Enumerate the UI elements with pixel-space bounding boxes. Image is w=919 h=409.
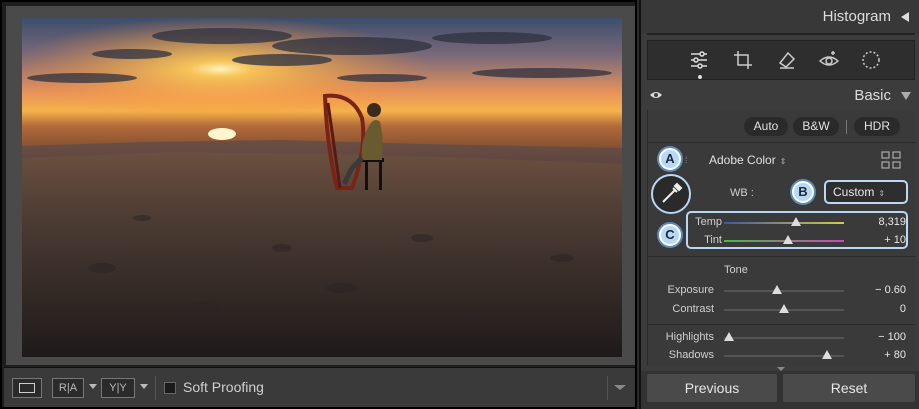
temp-thumb[interactable]	[791, 217, 801, 226]
auto-button[interactable]: Auto	[744, 117, 788, 136]
exposure-track[interactable]	[724, 290, 844, 292]
sliders-icon[interactable]	[688, 49, 710, 71]
temp-value[interactable]: 8,319	[856, 216, 906, 228]
wb-label: WB :	[730, 187, 754, 199]
reset-button[interactable]: Reset	[783, 374, 915, 402]
tool-strip	[647, 40, 915, 80]
exposure-value[interactable]: − 0.60	[856, 284, 906, 296]
temp-label: Temp	[695, 216, 722, 228]
section-divider	[648, 256, 916, 257]
shadows-slider[interactable]: Shadows + 80	[648, 347, 916, 365]
exposure-thumb[interactable]	[772, 285, 782, 294]
tint-thumb[interactable]	[783, 235, 793, 244]
profile-select[interactable]: Adobe Color ⇕	[709, 153, 786, 167]
before-after-ra-dropdown-icon[interactable]	[89, 384, 97, 389]
red-eye-icon[interactable]	[818, 49, 840, 71]
shadows-value[interactable]: + 80	[856, 349, 906, 361]
wb-eyedropper[interactable]	[651, 174, 691, 214]
eyedropper-icon	[662, 182, 683, 203]
highlights-track[interactable]	[724, 337, 844, 339]
temp-slider[interactable]: Temp 8,319	[648, 214, 916, 232]
eye-icon[interactable]	[649, 90, 663, 100]
shadows-thumb[interactable]	[822, 350, 832, 359]
histogram-title: Histogram	[822, 8, 891, 25]
lightroom-develop-window: R|A Y|Y Soft Proofing Histogram Basic Au…	[0, 0, 919, 409]
contrast-label: Contrast	[672, 303, 714, 315]
develop-panel: Histogram Basic Auto B&W HDR A ⁞ Adobe C…	[639, 0, 919, 409]
toolbar-divider	[155, 376, 156, 400]
profile-value: Adobe Color	[709, 153, 776, 167]
loupe-view-button[interactable]	[12, 378, 42, 398]
expand-arrow-icon[interactable]	[901, 92, 911, 100]
crop-icon[interactable]	[732, 49, 754, 71]
shadows-label: Shadows	[668, 349, 714, 361]
before-after-yy-button[interactable]: Y|Y	[101, 378, 135, 398]
hdr-button[interactable]: HDR	[854, 117, 900, 136]
preview-toolbar: R|A Y|Y Soft Proofing	[4, 367, 635, 407]
chevron-down-icon	[614, 385, 626, 390]
loupe-view-icon	[19, 383, 35, 393]
toolbar-content-menu[interactable]	[607, 376, 631, 400]
preview-pane: R|A Y|Y Soft Proofing	[0, 0, 637, 409]
section-divider	[648, 324, 916, 325]
bottom-button-bar: Previous Reset	[641, 367, 919, 409]
photo-harpist-sunset[interactable]	[22, 18, 622, 357]
highlights-thumb[interactable]	[724, 332, 734, 341]
eraser-icon[interactable]	[776, 49, 798, 71]
panel-end-marker-icon	[777, 367, 785, 371]
callout-b: B	[792, 181, 814, 203]
mask-icon[interactable]	[860, 49, 882, 71]
soft-proofing-checkbox[interactable]	[164, 382, 176, 394]
wb-select[interactable]: Custom ⇕	[824, 180, 908, 204]
basic-panel-header[interactable]: Basic	[641, 84, 919, 108]
updown-icon: ⇕	[779, 157, 787, 166]
contrast-slider[interactable]: Contrast 0	[648, 301, 916, 319]
histogram-divider	[647, 33, 915, 35]
exposure-slider[interactable]: Exposure − 0.60	[648, 282, 916, 300]
tint-slider[interactable]: Tint + 10	[648, 232, 916, 250]
highlights-label: Highlights	[665, 331, 714, 343]
active-tool-indicator	[698, 75, 702, 79]
contrast-thumb[interactable]	[779, 304, 789, 313]
highlights-slider[interactable]: Highlights − 100	[648, 329, 916, 347]
temp-track[interactable]	[724, 222, 844, 224]
highlights-value[interactable]: − 100	[856, 331, 906, 343]
before-after-ra-button[interactable]: R|A	[52, 378, 84, 398]
tone-label: Tone	[724, 264, 748, 276]
tint-label: Tint	[704, 234, 722, 246]
soft-proofing-label: Soft Proofing	[183, 379, 264, 395]
profile-drag-handle: ⁞	[685, 155, 688, 165]
image-canvas	[6, 6, 635, 365]
bw-button[interactable]: B&W	[793, 117, 839, 136]
basic-panel-title: Basic	[854, 87, 891, 104]
profile-browser-icon[interactable]	[881, 151, 901, 169]
before-after-yy-dropdown-icon[interactable]	[140, 384, 148, 389]
pill-divider	[846, 120, 847, 134]
tint-value[interactable]: + 10	[856, 234, 906, 246]
updown-icon: ⇕	[878, 189, 886, 198]
section-divider	[648, 142, 916, 143]
previous-button[interactable]: Previous	[647, 374, 777, 402]
exposure-label: Exposure	[667, 284, 714, 296]
wb-value: Custom	[833, 185, 875, 199]
basic-panel-body: Auto B&W HDR A ⁞ Adobe Color ⇕ WB : B Cus…	[647, 110, 916, 366]
histogram-header[interactable]: Histogram	[641, 0, 919, 34]
contrast-value[interactable]: 0	[856, 303, 906, 315]
callout-a: A	[659, 148, 681, 170]
collapse-arrow-icon[interactable]	[901, 12, 909, 22]
